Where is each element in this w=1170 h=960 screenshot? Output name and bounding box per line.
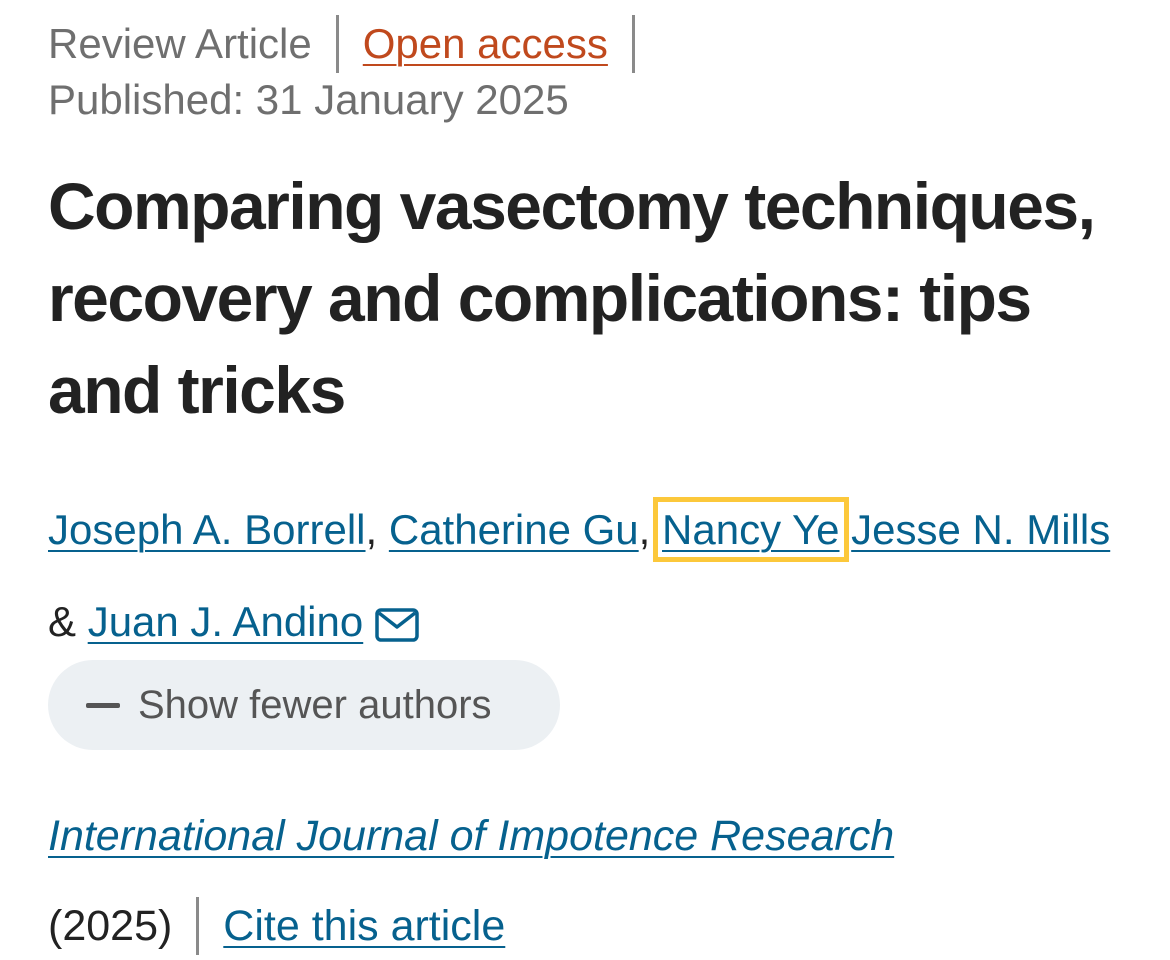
article-type-label: Review Article <box>48 20 312 67</box>
cite-divider <box>196 897 200 955</box>
author-list: Joseph A. Borrell, Catherine Gu, Nancy Y… <box>48 484 1128 674</box>
author-separator: , <box>365 506 378 553</box>
author-separator-and: & <box>48 598 77 645</box>
show-fewer-authors-button[interactable]: Show fewer authors <box>48 660 560 750</box>
minus-icon <box>86 702 120 708</box>
journal-link[interactable]: International Journal of Impotence Resea… <box>48 812 894 861</box>
article-meta-line: Review Article Open access <box>48 14 659 74</box>
publication-year: (2025) <box>48 901 173 950</box>
meta-divider <box>631 15 635 73</box>
author-link[interactable]: Catherine Gu <box>389 506 639 553</box>
meta-divider <box>335 15 339 73</box>
cite-article-link[interactable]: Cite this article <box>223 902 505 951</box>
author-link-corresponding[interactable]: Juan J. Andino <box>88 598 364 645</box>
published-date: Published: 31 January 2025 <box>48 76 569 123</box>
show-fewer-authors-label: Show fewer authors <box>138 682 492 727</box>
open-access-link[interactable]: Open access <box>363 20 608 68</box>
citation-line: (2025) Cite this article <box>48 896 505 956</box>
author-link-focused[interactable]: Nancy Ye <box>652 497 849 562</box>
author-link[interactable]: Jesse N. Mills <box>851 506 1110 553</box>
author-separator: , <box>638 506 651 553</box>
author-link[interactable]: Joseph A. Borrell <box>48 506 366 553</box>
article-title: Comparing vasectomy techniques, recovery… <box>48 169 1096 427</box>
